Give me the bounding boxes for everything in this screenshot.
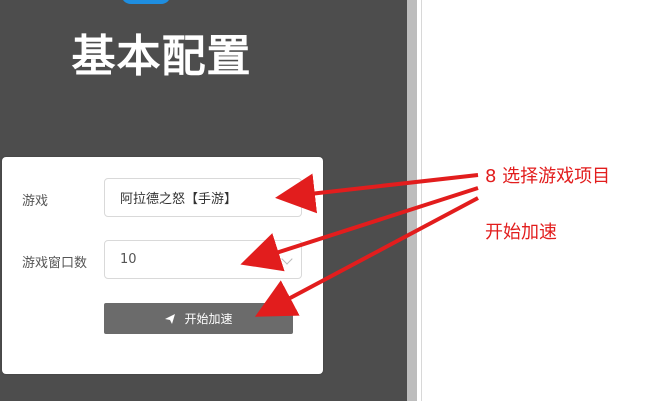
arrow-to-window-count [240,186,479,272]
annotation-step-text: 8 选择游戏项目 [485,166,611,187]
annotation-start-text: 开始加速 [485,222,557,243]
arrow-to-start-button [254,196,479,317]
arrow-to-game-input [275,173,479,214]
annotation-arrows [240,173,479,317]
